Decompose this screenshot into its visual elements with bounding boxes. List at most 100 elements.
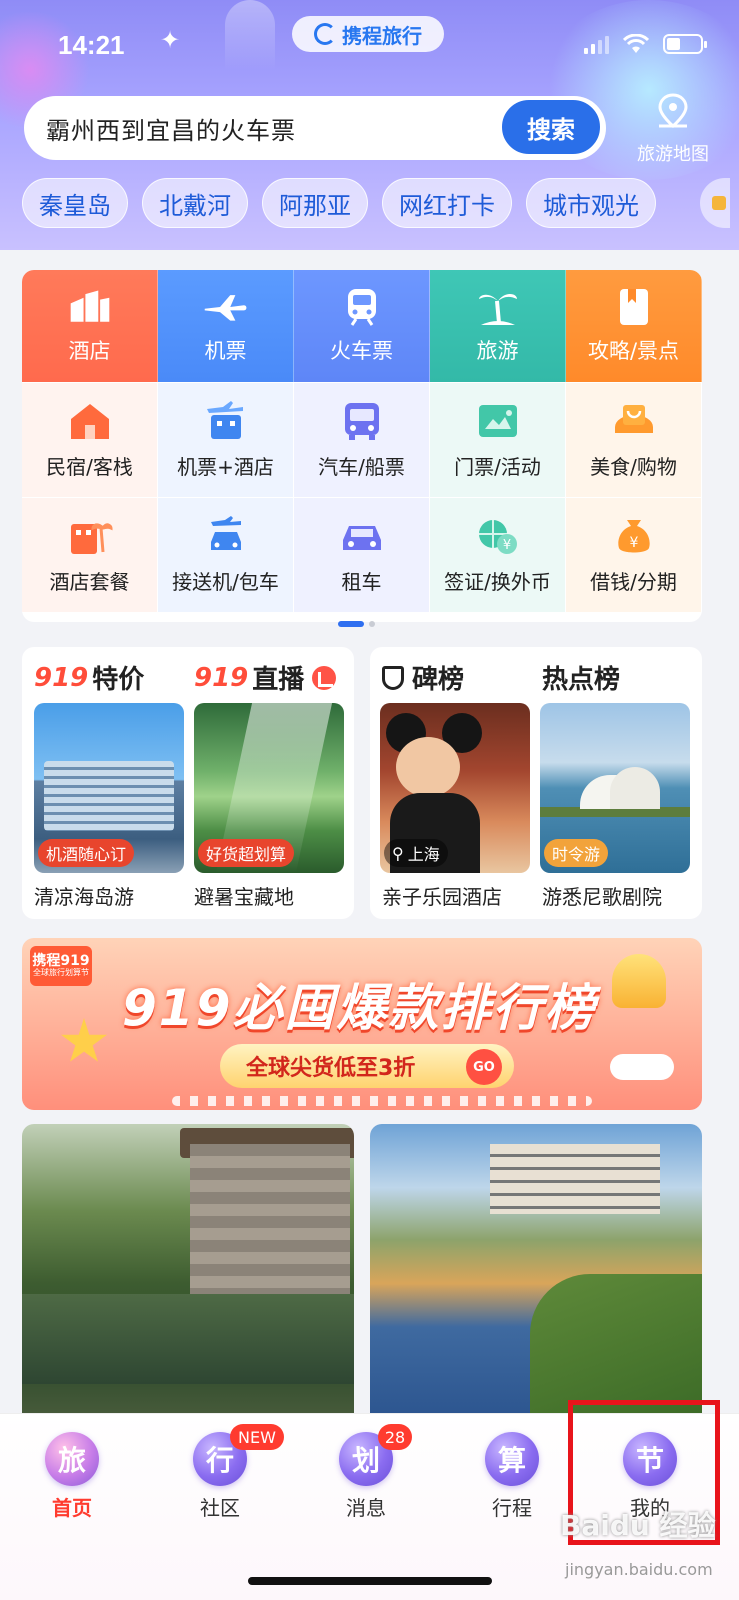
home-indicator[interactable]	[248, 1577, 492, 1585]
service-flight[interactable]: 机票	[158, 270, 294, 382]
flight-hotel-icon	[206, 400, 243, 439]
service-label: 酒店套餐	[49, 569, 130, 594]
search-button[interactable]: 搜索	[499, 97, 603, 157]
service-label: 攻略/景点	[587, 339, 680, 363]
service-train[interactable]: 火车票	[294, 270, 430, 382]
live-caption[interactable]: 避暑宝藏地	[194, 881, 294, 910]
new-badge: NEW	[230, 1424, 284, 1450]
wifi-icon	[623, 34, 649, 54]
travel-map-button[interactable]: 旅游地图	[618, 92, 728, 165]
deal-header[interactable]: 919 特价	[34, 659, 144, 696]
hot-caption[interactable]: 游悉尼歌剧院	[542, 881, 662, 910]
service-grid: 酒店 机票 火车票 旅游 攻略/景点 民宿/客栈 机票+酒店 汽车/船票 门票/…	[22, 270, 702, 622]
feed-photo-lakeside-hotel[interactable]	[370, 1124, 702, 1414]
chip-more[interactable]	[700, 178, 730, 228]
money-bag-icon: ¥	[617, 519, 650, 552]
star-icon	[60, 1018, 108, 1062]
service-guide[interactable]: 攻略/景点	[566, 270, 702, 382]
baidu-watermark: Baidu 经验	[560, 1509, 716, 1542]
palm-tree-icon	[478, 294, 517, 325]
service-label: 美食/购物	[590, 454, 677, 479]
hotel-package-icon	[70, 522, 113, 554]
airport-transfer-icon	[210, 515, 241, 550]
deal-caption[interactable]: 清凉海岛游	[34, 881, 134, 910]
sparkle-icon: ✦	[160, 26, 181, 54]
deal-title: 特价	[92, 665, 145, 695]
deal-tag: 机酒随心订	[38, 839, 135, 867]
service-row-main: 酒店 机票 火车票 旅游 攻略/景点	[22, 270, 702, 382]
tab-home[interactable]: 旅 首页	[12, 1432, 132, 1521]
map-pin-icon	[658, 93, 688, 128]
tab-community[interactable]: 行 NEW 社区	[160, 1424, 284, 1521]
chip-destination[interactable]: 阿那亚	[262, 178, 368, 228]
brand-name: 携程旅行	[342, 23, 422, 48]
plane-icon	[204, 295, 246, 321]
service-label: 签证/换外币	[444, 569, 551, 594]
destination-chips: 秦皇岛 北戴河 阿那亚 网红打卡 城市观光	[22, 178, 656, 228]
live-header[interactable]: 919 直播	[194, 659, 337, 696]
brand-logo: 携程旅行	[292, 16, 444, 52]
bus-icon	[344, 402, 379, 440]
service-homestay[interactable]: 民宿/客栈	[22, 382, 158, 497]
service-car-rental[interactable]: 租车	[294, 497, 430, 612]
service-flight-hotel[interactable]: 机票+酒店	[158, 382, 294, 497]
service-row-3: 酒店套餐 接送机/包车 租车 ¥ 签证/换外币 ¥ 借钱/分期	[22, 497, 702, 612]
service-label: 酒店	[68, 339, 111, 363]
hot-header[interactable]: 热点榜	[542, 659, 620, 696]
chip-destination[interactable]: 网红打卡	[382, 178, 512, 228]
promo-banner[interactable]: 携程919 全球旅行划算节 919必囤爆款排行榜 全球尖货低至3折 GO	[22, 938, 702, 1110]
home-orb-icon: 旅	[45, 1432, 99, 1486]
tab-label: 社区	[200, 1496, 240, 1520]
rank-header[interactable]: 碑榜	[382, 659, 464, 696]
ticket-icon	[478, 404, 517, 437]
service-loan[interactable]: ¥ 借钱/分期	[566, 497, 702, 612]
battery-icon	[663, 34, 707, 54]
service-visa-currency[interactable]: ¥ 签证/换外币	[430, 497, 566, 612]
service-airport-transfer[interactable]: 接送机/包车	[158, 497, 294, 612]
rank-caption[interactable]: 亲子乐园酒店	[382, 881, 502, 910]
tab-trips[interactable]: 算 行程	[452, 1432, 572, 1521]
status-icons	[584, 34, 707, 54]
chip-destination[interactable]: 北戴河	[142, 178, 248, 228]
plane-decoration-icon	[610, 1054, 674, 1080]
search-query: 霸州西到宜昌的火车票	[46, 116, 296, 145]
tab-messages[interactable]: 划 28 消息	[306, 1424, 426, 1521]
service-tickets[interactable]: 门票/活动	[430, 382, 566, 497]
shopping-bag-icon	[614, 404, 653, 433]
banner-lights	[172, 1096, 592, 1106]
location-pin-icon: ⚲	[392, 843, 404, 863]
service-hotel-package[interactable]: 酒店套餐	[22, 497, 158, 612]
service-label: 机票	[204, 339, 247, 363]
service-food-shopping[interactable]: 美食/购物	[566, 382, 702, 497]
hot-thumbnail[interactable]: 时令游	[540, 703, 690, 873]
go-button[interactable]: GO	[466, 1049, 502, 1085]
unread-count-badge: 28	[378, 1424, 412, 1450]
hot-title: 热点榜	[542, 665, 621, 695]
rank-thumbnail[interactable]: ⚲ 上海	[380, 703, 530, 873]
banner-badge-title: 携程919	[32, 952, 90, 969]
location-tag: ⚲ 上海	[384, 839, 448, 867]
service-label: 接送机/包车	[172, 569, 279, 594]
service-bus-ship[interactable]: 汽车/船票	[294, 382, 430, 497]
live-icon	[312, 665, 337, 690]
service-travel[interactable]: 旅游	[430, 270, 566, 382]
feed-photo-stone-house[interactable]	[22, 1124, 354, 1414]
service-label: 火车票	[330, 339, 393, 363]
header-decoration	[225, 0, 275, 70]
chip-destination[interactable]: 秦皇岛	[22, 178, 128, 228]
chip-destination[interactable]: 城市观光	[526, 178, 656, 228]
shield-icon	[382, 665, 404, 690]
service-label: 借钱/分期	[590, 569, 677, 594]
service-hotel[interactable]: 酒店	[22, 270, 158, 382]
deal-thumbnail[interactable]: 机酒随心订	[34, 703, 184, 873]
promo-card-919: 919 特价 919 直播 机酒随心订 清凉海岛游 好货超划算 避暑宝藏地	[22, 647, 354, 919]
919-logo: 919	[34, 662, 89, 693]
banner-badge-sub: 全球旅行划算节	[33, 968, 89, 978]
tab-label: 消息	[346, 1496, 386, 1520]
service-label: 机票+酒店	[177, 454, 274, 479]
live-thumbnail[interactable]: 好货超划算	[194, 703, 344, 873]
car-rental-icon	[342, 525, 381, 550]
watermark-url: jingyan.baidu.com	[565, 1560, 713, 1579]
service-label: 租车	[341, 569, 382, 594]
live-tag: 好货超划算	[198, 839, 295, 867]
